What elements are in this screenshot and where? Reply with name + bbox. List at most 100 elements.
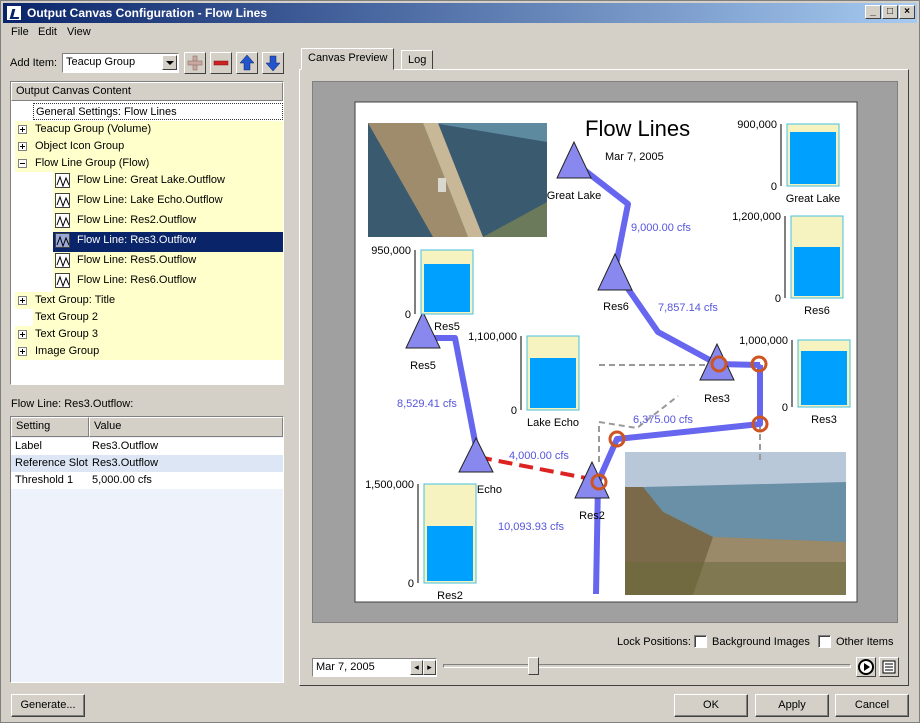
tree-item-general-settings[interactable]: General Settings: Flow Lines [33, 103, 283, 120]
tree-item-text-group-2[interactable]: Text Group 2 [33, 309, 283, 326]
maximize-button[interactable]: □ [882, 5, 898, 19]
teacup-1-fill [794, 247, 840, 296]
generate-button[interactable]: Generate... [11, 694, 85, 717]
tree-item-label: Text Group: Title [35, 294, 116, 306]
tab-canvas-preview[interactable]: Canvas Preview [301, 48, 395, 70]
col-value-header[interactable]: Value [89, 417, 283, 437]
timeline-slider-thumb[interactable] [528, 657, 539, 675]
flow-line-icon [55, 233, 70, 248]
teacup-0-name-label: Great Lake [786, 193, 840, 205]
menu-view[interactable]: View [67, 26, 91, 38]
flow-label: 7,857.14 cfs [658, 302, 718, 314]
teacup-4-name-label: Res3 [811, 414, 837, 426]
minus-icon [213, 60, 229, 66]
settings-button[interactable] [879, 657, 899, 677]
add-button[interactable] [184, 52, 206, 74]
collapse-minus-icon[interactable] [18, 159, 27, 168]
other-items-checkbox[interactable] [818, 635, 831, 648]
add-item-label: Add Item: [10, 57, 58, 69]
flow-label: 9,000.00 cfs [631, 222, 691, 234]
tree-header: Output Canvas Content [11, 82, 283, 101]
dropdown-arrow-icon[interactable] [162, 55, 177, 70]
teacup-3-max-label: 1,100,000 [468, 331, 517, 343]
teacup-5-fill [427, 526, 473, 581]
tree-item-text-group-title[interactable]: Text Group: Title [15, 292, 283, 309]
add-item-dropdown[interactable]: Teacup Group [62, 53, 179, 73]
tree-item-text-group-3[interactable]: Text Group 3 [15, 326, 283, 343]
play-button[interactable] [856, 657, 876, 677]
app-icon [6, 5, 22, 21]
date-field[interactable]: Mar 7, 2005 ◂ ▸ [312, 658, 437, 677]
setting-cell: Reference Slot [15, 457, 88, 469]
list-icon [882, 660, 896, 674]
tree-item-image-group[interactable]: Image Group [15, 343, 283, 360]
value-cell[interactable]: Res3.Outflow [92, 438, 158, 455]
value-cell[interactable]: Res3.Outflow [92, 455, 158, 472]
col-setting-header[interactable]: Setting [11, 417, 89, 437]
move-down-button[interactable] [262, 52, 284, 74]
canvas-preview[interactable]: Flow Lines Mar 7, 2005 Great Lake Res6 R… [313, 82, 899, 624]
apply-button[interactable]: Apply [755, 694, 829, 717]
tree-item-label: Flow Line: Lake Echo.Outflow [77, 194, 223, 206]
flow-label: 6,375.00 cfs [633, 414, 693, 426]
teacup-3-fill [530, 358, 576, 408]
table-row[interactable]: Label Res3.Outflow [11, 438, 283, 455]
tree-item-label: Flow Line: Res3.Outflow [77, 234, 197, 246]
tree-item-label: Teacup Group (Volume) [35, 123, 152, 135]
tree-item-flow-res3[interactable]: Flow Line: Res3.Outflow [53, 232, 283, 252]
teacup-5-min-label: 0 [408, 578, 414, 590]
tree-item-flow-great-lake[interactable]: Flow Line: Great Lake.Outflow [53, 172, 283, 192]
bg-images-checkbox[interactable] [694, 635, 707, 648]
move-up-button[interactable] [236, 52, 258, 74]
flow-label: 8,529.41 cfs [397, 398, 457, 410]
flow-line-icon [55, 193, 70, 208]
tree-item-label: Flow Line Group (Flow) [35, 157, 150, 169]
tree-item-flow-res2[interactable]: Flow Line: Res2.Outflow [53, 212, 283, 232]
tree-item-flow-res6[interactable]: Flow Line: Res6.Outflow [53, 272, 283, 292]
add-item-value: Teacup Group [66, 56, 136, 68]
flow-label: 10,093.93 cfs [498, 521, 565, 533]
canvas-date: Mar 7, 2005 [605, 151, 664, 163]
teacup-1-max-label: 1,200,000 [732, 211, 781, 223]
remove-button[interactable] [210, 52, 232, 74]
plus-icon [187, 55, 203, 71]
value-cell[interactable]: 5,000.00 cfs [92, 472, 152, 489]
menu-edit[interactable]: Edit [38, 26, 57, 38]
res3-label: Res3 [704, 393, 730, 405]
expand-plus-icon[interactable] [18, 142, 27, 151]
expand-plus-icon[interactable] [18, 330, 27, 339]
expand-plus-icon[interactable] [18, 296, 27, 305]
table-row[interactable]: Threshold 1 5,000.00 cfs [11, 472, 283, 489]
cancel-button[interactable]: Cancel [835, 694, 909, 717]
menu-file[interactable]: File [11, 26, 29, 38]
date-value: Mar 7, 2005 [316, 661, 375, 673]
tree-item-flow-line-group[interactable]: Flow Line Group (Flow) [15, 155, 283, 172]
teacup-3-min-label: 0 [511, 405, 517, 417]
expand-plus-icon[interactable] [18, 125, 27, 134]
teacup-0-min-label: 0 [771, 181, 777, 193]
minimize-button[interactable]: _ [865, 5, 881, 19]
teacup-0-max-label: 900,000 [737, 119, 777, 131]
teacup-2-fill [424, 264, 470, 312]
prev-date-icon[interactable]: ◂ [410, 660, 423, 675]
tree-item-teacup-group[interactable]: Teacup Group (Volume) [15, 121, 283, 138]
tree-item-label: Flow Line: Res2.Outflow [77, 214, 197, 226]
teacup-2-max-label: 950,000 [371, 245, 411, 257]
setting-cell: Label [15, 440, 42, 452]
next-date-icon[interactable]: ▸ [423, 660, 436, 675]
tree-item-object-icon-group[interactable]: Object Icon Group [15, 138, 283, 155]
close-button[interactable]: × [899, 5, 915, 19]
settings-table: Setting Value Label Res3.Outflow Referen… [10, 416, 284, 683]
tree-item-flow-lake-echo[interactable]: Flow Line: Lake Echo.Outflow [53, 192, 283, 212]
expand-plus-icon[interactable] [18, 347, 27, 356]
tab-log[interactable]: Log [401, 50, 434, 70]
ok-button[interactable]: OK [674, 694, 748, 717]
canvas-content-tree: Output Canvas Content General Settings: … [10, 81, 284, 385]
teacup-4-min-label: 0 [782, 402, 788, 414]
flow-line-icon [55, 173, 70, 188]
title-bar[interactable]: Output Canvas Configuration - Flow Lines… [3, 3, 917, 23]
table-row[interactable]: Reference Slot Res3.Outflow [11, 455, 283, 472]
timeline-slider-track[interactable] [443, 664, 851, 668]
tree-item-flow-res5[interactable]: Flow Line: Res5.Outflow [53, 252, 283, 272]
flow-line-icon [55, 213, 70, 228]
